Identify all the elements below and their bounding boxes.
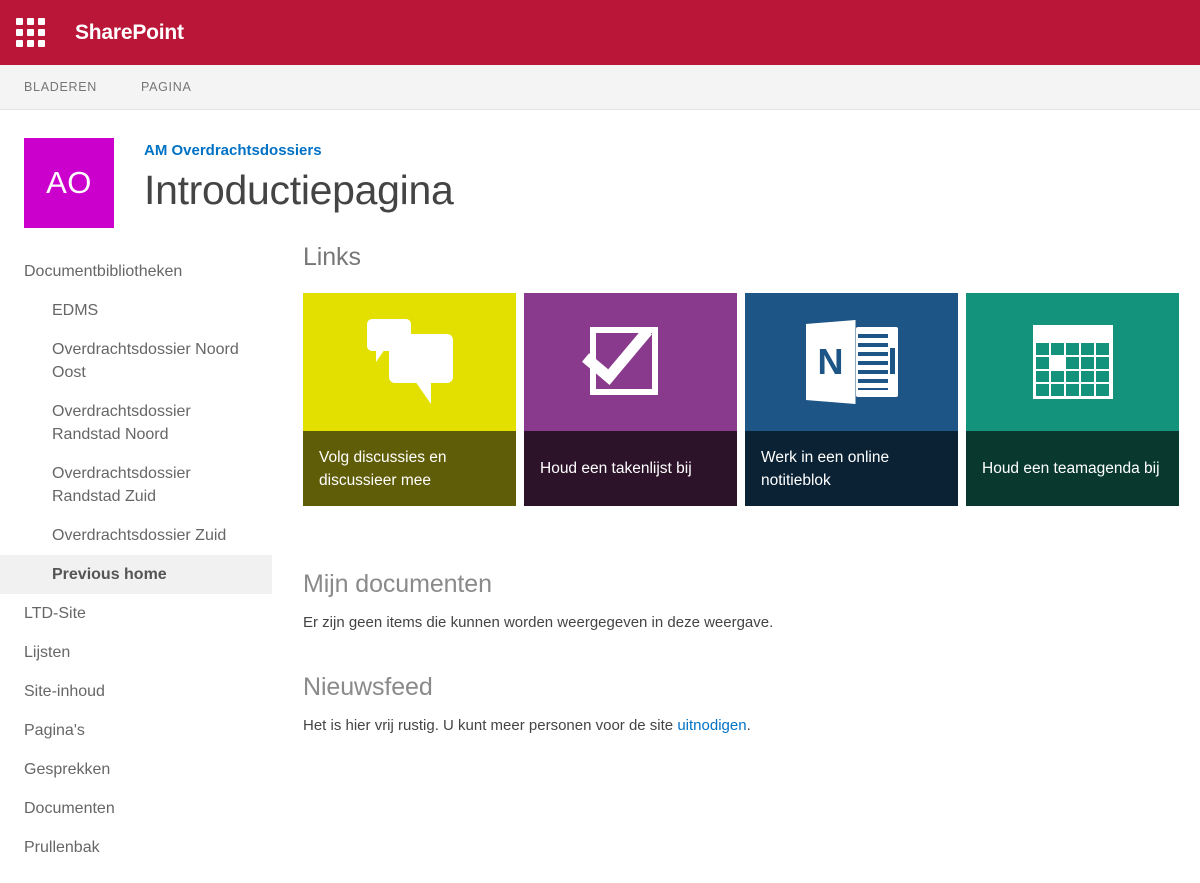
tile-caption: Houd een takenlijst bij <box>524 431 737 506</box>
sidebar-item-site-inhoud[interactable]: Site-inhoud <box>0 672 272 711</box>
site-logo[interactable]: AO <box>24 138 114 228</box>
promoted-links-tiles: Volg discussies en discussieer mee Houd … <box>303 293 1180 506</box>
invite-link[interactable]: uitnodigen <box>677 717 746 734</box>
onenote-letter: N <box>817 341 844 382</box>
documents-empty-text: Er zijn geen items die kunnen worden wee… <box>303 614 774 631</box>
waffle-dot <box>37 40 45 47</box>
site-title-block: AM Overdrachtsdossiers Introductiepagina <box>144 138 454 217</box>
waffle-dot <box>26 29 34 36</box>
site-header: AO AM Overdrachtsdossiers Introductiepag… <box>0 110 1200 242</box>
tile-werk-in-een-online-notitieblok[interactable]: N Werk in een online notitieblok <box>745 293 958 506</box>
waffle-dot <box>15 40 23 47</box>
calendar-icon <box>966 293 1179 431</box>
sharepoint-brand-link[interactable]: SharePoint <box>75 21 184 45</box>
sidebar-item-overdrachtsdossier-noord-oost[interactable]: Overdrachtsdossier Noord Oost <box>0 330 272 392</box>
tab-pagina[interactable]: PAGINA <box>141 80 192 94</box>
tile-houd-een-teamagenda-bij[interactable]: Houd een teamagenda bij <box>966 293 1179 506</box>
tile-caption: Werk in een online notitieblok <box>745 431 958 506</box>
sidebar-item-lijsten[interactable]: Lijsten <box>0 633 272 672</box>
waffle-dot <box>37 29 45 36</box>
newsfeed-text-after: . <box>746 717 751 734</box>
documents-heading: Mijn documenten <box>303 570 492 598</box>
sidebar-item-documentbibliotheken[interactable]: Documentbibliotheken <box>0 252 272 291</box>
suite-bar: SharePoint <box>0 0 1200 65</box>
sidebar-item-paginas[interactable]: Pagina's <box>0 711 272 750</box>
sidebar-item-overdrachtsdossier-randstad-zuid[interactable]: Overdrachtsdossier Randstad Zuid <box>0 454 272 516</box>
waffle-dot <box>26 40 34 47</box>
sidebar-item-overdrachtsdossier-randstad-noord[interactable]: Overdrachtsdossier Randstad Noord <box>0 392 272 454</box>
sidebar-item-documenten[interactable]: Documenten <box>0 789 272 828</box>
sidebar-item-previous-home[interactable]: Previous home <box>0 555 272 594</box>
sidebar-item-edms[interactable]: EDMS <box>0 291 272 330</box>
sidebar-item-overdrachtsdossier-zuid[interactable]: Overdrachtsdossier Zuid <box>0 516 272 555</box>
waffle-dot <box>37 18 45 25</box>
site-name-link[interactable]: AM Overdrachtsdossiers <box>144 142 453 160</box>
checkbox-check-icon <box>524 293 737 431</box>
main-content: Links Volg discussies en discussieer mee <box>272 242 1200 737</box>
sidebar-item-gesprekken[interactable]: Gesprekken <box>0 750 272 789</box>
page-title: Introductiepagina <box>144 167 454 213</box>
page-body: Documentbibliotheken EDMS Overdrachtsdos… <box>0 242 1200 867</box>
waffle-grid-icon[interactable] <box>14 17 46 49</box>
waffle-dot <box>26 18 34 25</box>
ribbon-tab-bar: BLADEREN PAGINA <box>0 65 1200 110</box>
sidebar-item-prullenbak[interactable]: Prullenbak <box>0 828 272 867</box>
tile-houd-een-takenlijst-bij[interactable]: Houd een takenlijst bij <box>524 293 737 506</box>
waffle-dot <box>15 18 23 25</box>
newsfeed-text-before: Het is hier vrij rustig. U kunt meer per… <box>303 717 678 734</box>
quick-launch-nav: Documentbibliotheken EDMS Overdrachtsdos… <box>0 242 272 867</box>
sidebar-item-ltd-site[interactable]: LTD-Site <box>0 594 272 633</box>
tile-caption: Volg discussies en discussieer mee <box>303 431 516 506</box>
newsfeed-heading: Nieuwsfeed <box>303 673 433 701</box>
speech-bubbles-icon <box>303 293 516 431</box>
onenote-icon: N <box>745 293 958 431</box>
links-heading: Links <box>303 243 361 271</box>
tile-volg-discussies[interactable]: Volg discussies en discussieer mee <box>303 293 516 506</box>
tile-caption: Houd een teamagenda bij <box>966 431 1179 506</box>
waffle-dot <box>15 29 23 36</box>
newsfeed-text: Het is hier vrij rustig. U kunt meer per… <box>303 715 1180 737</box>
tab-bladeren[interactable]: BLADEREN <box>24 80 97 94</box>
